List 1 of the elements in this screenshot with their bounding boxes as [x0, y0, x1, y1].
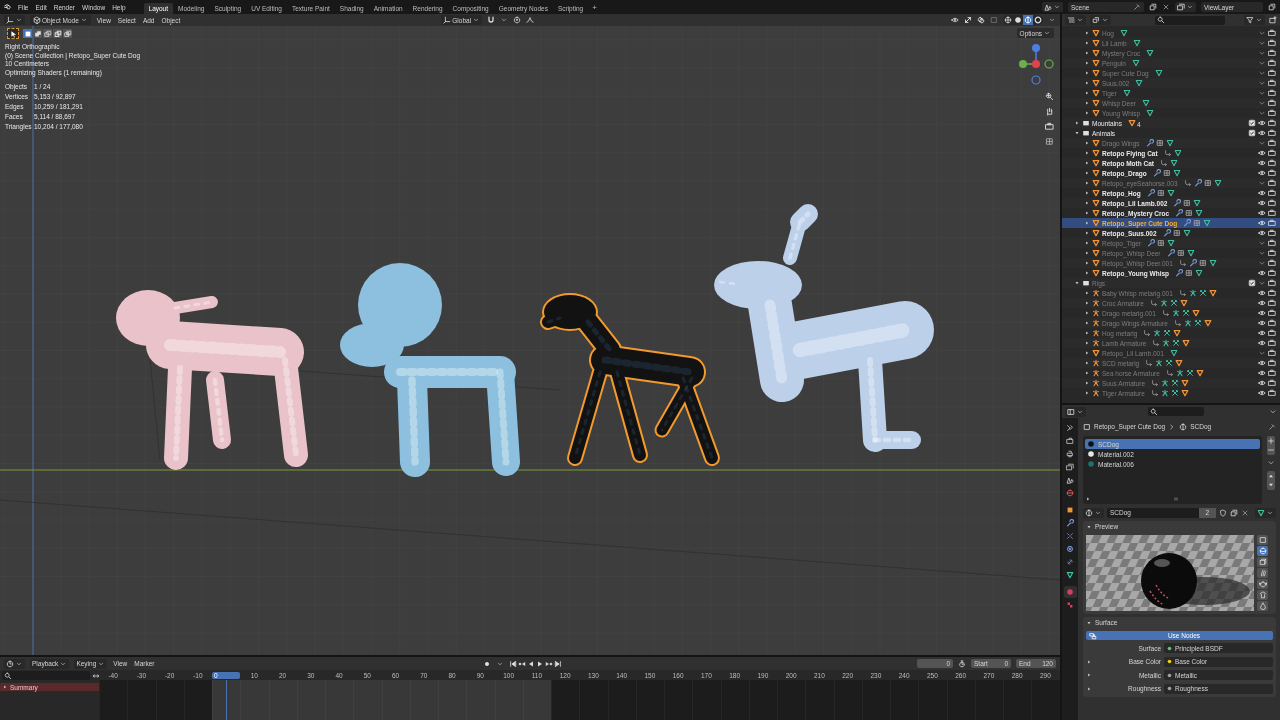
add-workspace-button[interactable]: + [588, 2, 601, 12]
